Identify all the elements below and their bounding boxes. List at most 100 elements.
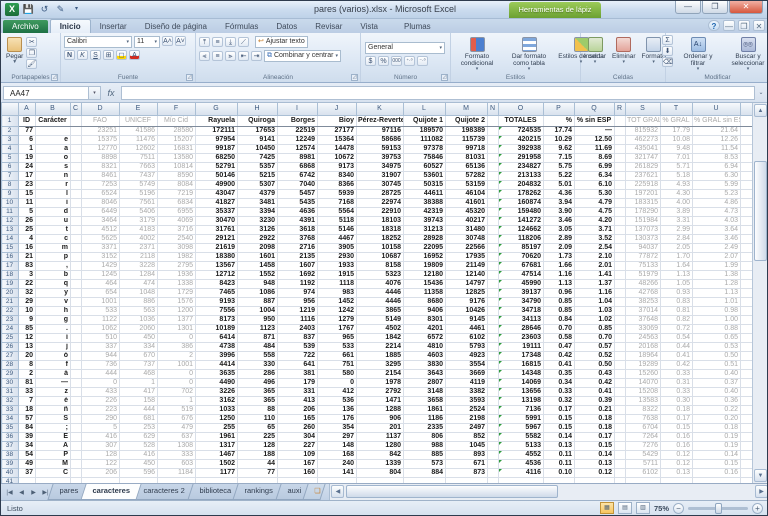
cell[interactable]: 1116 (278, 315, 318, 324)
data-header-cell[interactable]: ID (19, 115, 36, 126)
cell[interactable]: 286 (238, 369, 278, 378)
cell[interactable]: 0.37 (693, 378, 741, 387)
cell[interactable]: 37 (19, 468, 36, 477)
cell[interactable]: 7.15 (544, 153, 575, 162)
help-icon[interactable]: ? (708, 20, 720, 31)
cell[interactable] (615, 450, 626, 459)
ribbon-tab-fórmulas[interactable]: Fórmulas (216, 20, 267, 33)
cell[interactable]: 4.93 (661, 180, 693, 189)
cell[interactable]: 450 (120, 333, 158, 342)
cell[interactable]: 0.50 (693, 351, 741, 360)
cell[interactable]: 0.53 (693, 342, 741, 351)
cell[interactable]: 1915 (318, 270, 357, 279)
cell[interactable]: 2118 (120, 252, 158, 261)
cell[interactable]: 0.52 (575, 351, 615, 360)
cell[interactable]: 183315 (626, 198, 661, 207)
row-header-18[interactable]: 18 (2, 270, 19, 279)
cell[interactable]: 5793 (446, 342, 488, 351)
cell[interactable]: 21 (19, 252, 36, 261)
cell[interactable]: 160874 (499, 198, 544, 207)
insert-cells-button[interactable]: Insertar▾ (581, 35, 609, 66)
cell[interactable]: 573 (404, 459, 446, 468)
cell[interactable]: 321747 (626, 153, 661, 162)
cell[interactable]: 1177 (196, 468, 238, 477)
cell[interactable] (615, 180, 626, 189)
cell[interactable]: 950 (238, 315, 278, 324)
cell[interactable] (71, 162, 82, 171)
cell[interactable]: 6.10 (575, 180, 615, 189)
cell[interactable] (615, 225, 626, 234)
cell[interactable] (615, 405, 626, 414)
cell[interactable]: 28928 (404, 234, 446, 243)
cell[interactable]: 178290 (626, 207, 661, 216)
cell[interactable]: 2 (158, 351, 196, 360)
cell[interactable]: 33069 (626, 324, 661, 333)
column-header-S[interactable]: S (626, 103, 661, 115)
cell[interactable] (615, 171, 626, 180)
cell[interactable]: 5749 (120, 180, 158, 189)
zoom-level[interactable]: 75% (654, 504, 669, 513)
cell[interactable]: 724535 (499, 126, 544, 135)
align-middle-icon[interactable]: ≡ (212, 37, 223, 47)
cell[interactable] (615, 189, 626, 198)
cell[interactable]: 9.62 (544, 144, 575, 153)
cell[interactable]: 2.54 (575, 243, 615, 252)
cell[interactable]: 1184 (158, 468, 196, 477)
cell[interactable]: ; (36, 423, 71, 432)
cell[interactable]: 167 (278, 459, 318, 468)
cell[interactable]: 1.38 (693, 270, 741, 279)
row-header-34[interactable]: 34 (2, 414, 19, 423)
cell[interactable]: 464 (82, 279, 120, 288)
horizontal-scrollbar-thumb[interactable] (346, 485, 558, 498)
cell[interactable]: 8461 (82, 171, 120, 180)
cell[interactable]: 10814 (158, 162, 196, 171)
cell[interactable]: 4502 (357, 324, 404, 333)
zoom-slider-knob[interactable] (715, 503, 722, 514)
cell[interactable]: 0.15 (661, 423, 693, 432)
cell[interactable]: 7425 (238, 153, 278, 162)
cell[interactable]: 151984 (626, 216, 661, 225)
cell[interactable]: 603 (158, 459, 196, 468)
cell[interactable]: 77872 (626, 252, 661, 261)
cell[interactable] (615, 441, 626, 450)
cell[interactable]: 5 (19, 207, 36, 216)
cell[interactable]: 0.44 (661, 342, 693, 351)
cell[interactable]: 1048 (120, 288, 158, 297)
cell[interactable]: 1978 (357, 378, 404, 387)
scroll-left-icon[interactable]: ◀ (331, 485, 344, 498)
cell[interactable]: 10687 (357, 252, 404, 261)
cell[interactable] (615, 360, 626, 369)
cell[interactable]: 178262 (499, 189, 544, 198)
cell[interactable]: 240 (318, 459, 357, 468)
column-header-L[interactable]: L (404, 103, 446, 115)
cell[interactable]: 536 (318, 396, 357, 405)
cell[interactable]: 1842 (357, 333, 404, 342)
cell[interactable]: 4738 (196, 342, 238, 351)
cell[interactable]: 8423 (196, 279, 238, 288)
vertical-scrollbar[interactable]: ▲ ▼ (752, 103, 767, 483)
cell[interactable]: 10672 (318, 153, 357, 162)
cell[interactable]: 6955 (158, 207, 196, 216)
cell[interactable] (488, 342, 499, 351)
cell[interactable]: 176 (318, 414, 357, 423)
cell[interactable]: 0.31 (661, 378, 693, 387)
cell[interactable]: 5711 (626, 459, 661, 468)
cell[interactable]: 1086 (238, 288, 278, 297)
cell[interactable] (71, 333, 82, 342)
cell[interactable] (488, 360, 499, 369)
cell[interactable]: 944 (82, 351, 120, 360)
cell[interactable] (71, 243, 82, 252)
row-header-40[interactable]: 40 (2, 468, 19, 477)
cell[interactable]: 0.14 (544, 432, 575, 441)
cell[interactable]: 226 (82, 396, 120, 405)
cell[interactable]: 5.30 (575, 189, 615, 198)
data-header-cell[interactable]: % (544, 115, 575, 126)
cell[interactable]: 3.46 (544, 216, 575, 225)
cell[interactable]: 0.12 (661, 459, 693, 468)
cell[interactable]: 48266 (626, 279, 661, 288)
cell[interactable]: 188 (238, 450, 278, 459)
cell[interactable]: 18103 (357, 216, 404, 225)
cell[interactable]: z (36, 387, 71, 396)
cell[interactable]: 0.20 (693, 414, 741, 423)
cell[interactable]: 0.50 (575, 360, 615, 369)
